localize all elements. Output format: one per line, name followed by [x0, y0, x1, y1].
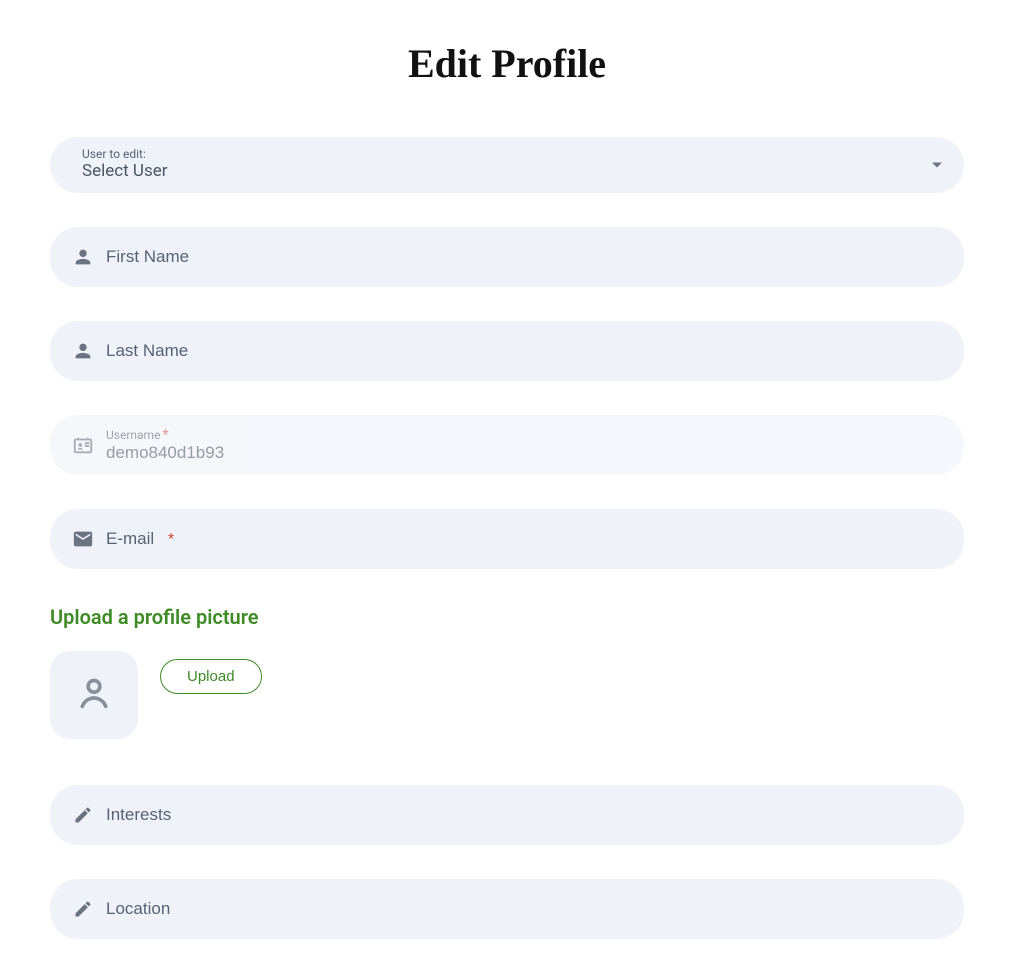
- profile-form: User to edit: Select User: [50, 137, 964, 939]
- user-select-label: User to edit:: [82, 147, 146, 161]
- location-field-wrapper: [50, 879, 964, 939]
- chevron-down-icon: [932, 163, 942, 168]
- person-icon: [72, 246, 94, 268]
- user-select-value: Select User: [72, 161, 168, 181]
- email-icon: [72, 528, 94, 550]
- pencil-icon: [72, 804, 94, 826]
- username-label: Username*: [106, 427, 942, 443]
- first-name-input[interactable]: [106, 244, 942, 270]
- last-name-input[interactable]: [106, 338, 942, 364]
- email-field-wrapper: *: [50, 509, 964, 569]
- interests-input[interactable]: [106, 802, 942, 828]
- required-marker: *: [162, 427, 168, 443]
- email-input[interactable]: [106, 526, 166, 552]
- last-name-field-wrapper: [50, 321, 964, 381]
- upload-row: Upload: [50, 651, 964, 739]
- pencil-icon: [72, 898, 94, 920]
- upload-button[interactable]: Upload: [160, 659, 262, 694]
- id-card-icon: [72, 434, 94, 456]
- location-input[interactable]: [106, 896, 942, 922]
- avatar-placeholder: [50, 651, 138, 739]
- person-icon: [72, 340, 94, 362]
- user-select[interactable]: User to edit: Select User: [50, 137, 964, 193]
- first-name-field-wrapper: [50, 227, 964, 287]
- required-marker: *: [168, 531, 174, 547]
- person-outline-icon: [74, 673, 114, 717]
- interests-field-wrapper: [50, 785, 964, 845]
- page-title: Edit Profile: [50, 40, 964, 87]
- username-input: [106, 443, 942, 463]
- username-field-wrapper: Username*: [50, 415, 964, 475]
- upload-section-title: Upload a profile picture: [50, 605, 964, 629]
